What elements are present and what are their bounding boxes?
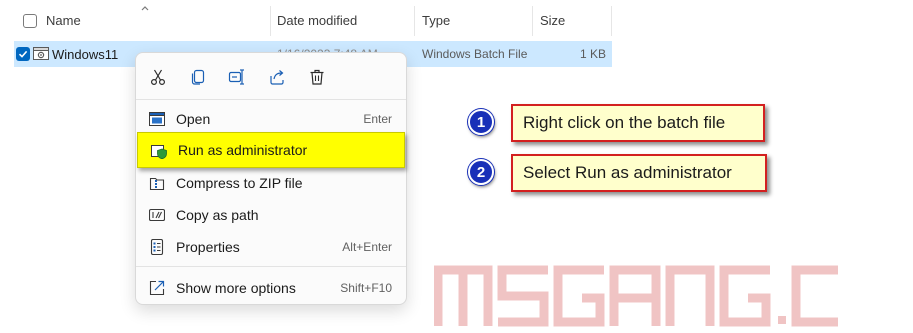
file-type: Windows Batch File <box>422 47 528 61</box>
shield-icon <box>151 145 167 159</box>
column-date-modified[interactable]: Date modified <box>277 0 357 40</box>
menu-item-label: Run as administrator <box>178 142 308 158</box>
msgang-watermark-logo <box>434 265 838 327</box>
file-size: 1 KB <box>579 47 606 61</box>
column-type-label: Type <box>422 12 451 28</box>
rename-button[interactable] <box>226 66 248 88</box>
select-all-checkbox[interactable] <box>23 14 37 28</box>
column-divider[interactable] <box>532 6 533 36</box>
step-badge-2: 2 <box>468 159 494 185</box>
callout-step-1: Right click on the batch file <box>511 104 765 142</box>
sort-ascending-icon <box>141 6 149 11</box>
callout-text: Right click on the batch file <box>523 113 726 132</box>
properties-icon <box>150 239 164 255</box>
checkmark-icon <box>18 50 28 58</box>
step-badge-number: 1 <box>476 113 486 131</box>
copy-button[interactable] <box>187 66 209 88</box>
column-name-label: Name <box>46 12 81 28</box>
column-divider[interactable] <box>270 6 271 36</box>
menu-item-label: Open <box>176 111 211 127</box>
copy-icon <box>191 69 205 85</box>
menu-item-copy-as-path[interactable]: Copy as path <box>136 199 406 231</box>
share-icon <box>270 70 284 85</box>
share-button[interactable] <box>266 66 288 88</box>
batch-file-icon <box>33 47 49 60</box>
more-options-icon <box>149 280 165 296</box>
column-name[interactable]: Name <box>46 0 81 40</box>
copy-path-icon <box>149 208 165 222</box>
delete-icon <box>310 69 324 85</box>
menu-item-label: Properties <box>176 239 240 255</box>
column-divider[interactable] <box>414 6 415 36</box>
file-name: Windows11 <box>52 46 119 62</box>
menu-separator <box>136 99 406 100</box>
column-size[interactable]: Size <box>540 0 565 40</box>
column-divider[interactable] <box>611 6 612 36</box>
menu-item-shortcut: Alt+Enter <box>342 240 392 254</box>
row-checkbox-checked[interactable] <box>16 47 30 61</box>
menu-item-shortcut: Shift+F10 <box>340 281 392 295</box>
menu-item-open[interactable]: Open Enter <box>136 103 406 135</box>
rename-icon <box>228 69 244 85</box>
delete-button[interactable] <box>306 66 328 88</box>
menu-item-label: Show more options <box>176 280 296 296</box>
column-date-modified-label: Date modified <box>277 12 358 28</box>
menu-item-label: Compress to ZIP file <box>176 175 303 191</box>
column-type[interactable]: Type <box>422 0 450 40</box>
callout-text: Select Run as administrator <box>523 163 732 182</box>
menu-separator <box>136 266 406 267</box>
menu-item-run-as-administrator[interactable]: Run as administrator <box>137 132 405 168</box>
context-menu: Open Enter Run as administrator Compress… <box>135 52 407 305</box>
column-header: Name Date modified Type Size <box>0 0 612 40</box>
menu-item-properties[interactable]: Properties Alt+Enter <box>136 231 406 263</box>
step-badge-1: 1 <box>468 109 494 135</box>
menu-item-compress-to-zip[interactable]: Compress to ZIP file <box>136 167 406 199</box>
menu-item-show-more-options[interactable]: Show more options Shift+F10 <box>136 272 406 304</box>
open-icon <box>149 112 165 126</box>
cut-icon <box>150 69 166 86</box>
callout-step-2: Select Run as administrator <box>511 154 767 192</box>
cut-button[interactable] <box>147 66 169 88</box>
step-badge-number: 2 <box>476 163 486 181</box>
menu-item-shortcut: Enter <box>363 112 392 126</box>
zip-icon <box>149 177 165 191</box>
menu-item-label: Copy as path <box>176 207 259 223</box>
column-size-label: Size <box>540 12 566 28</box>
